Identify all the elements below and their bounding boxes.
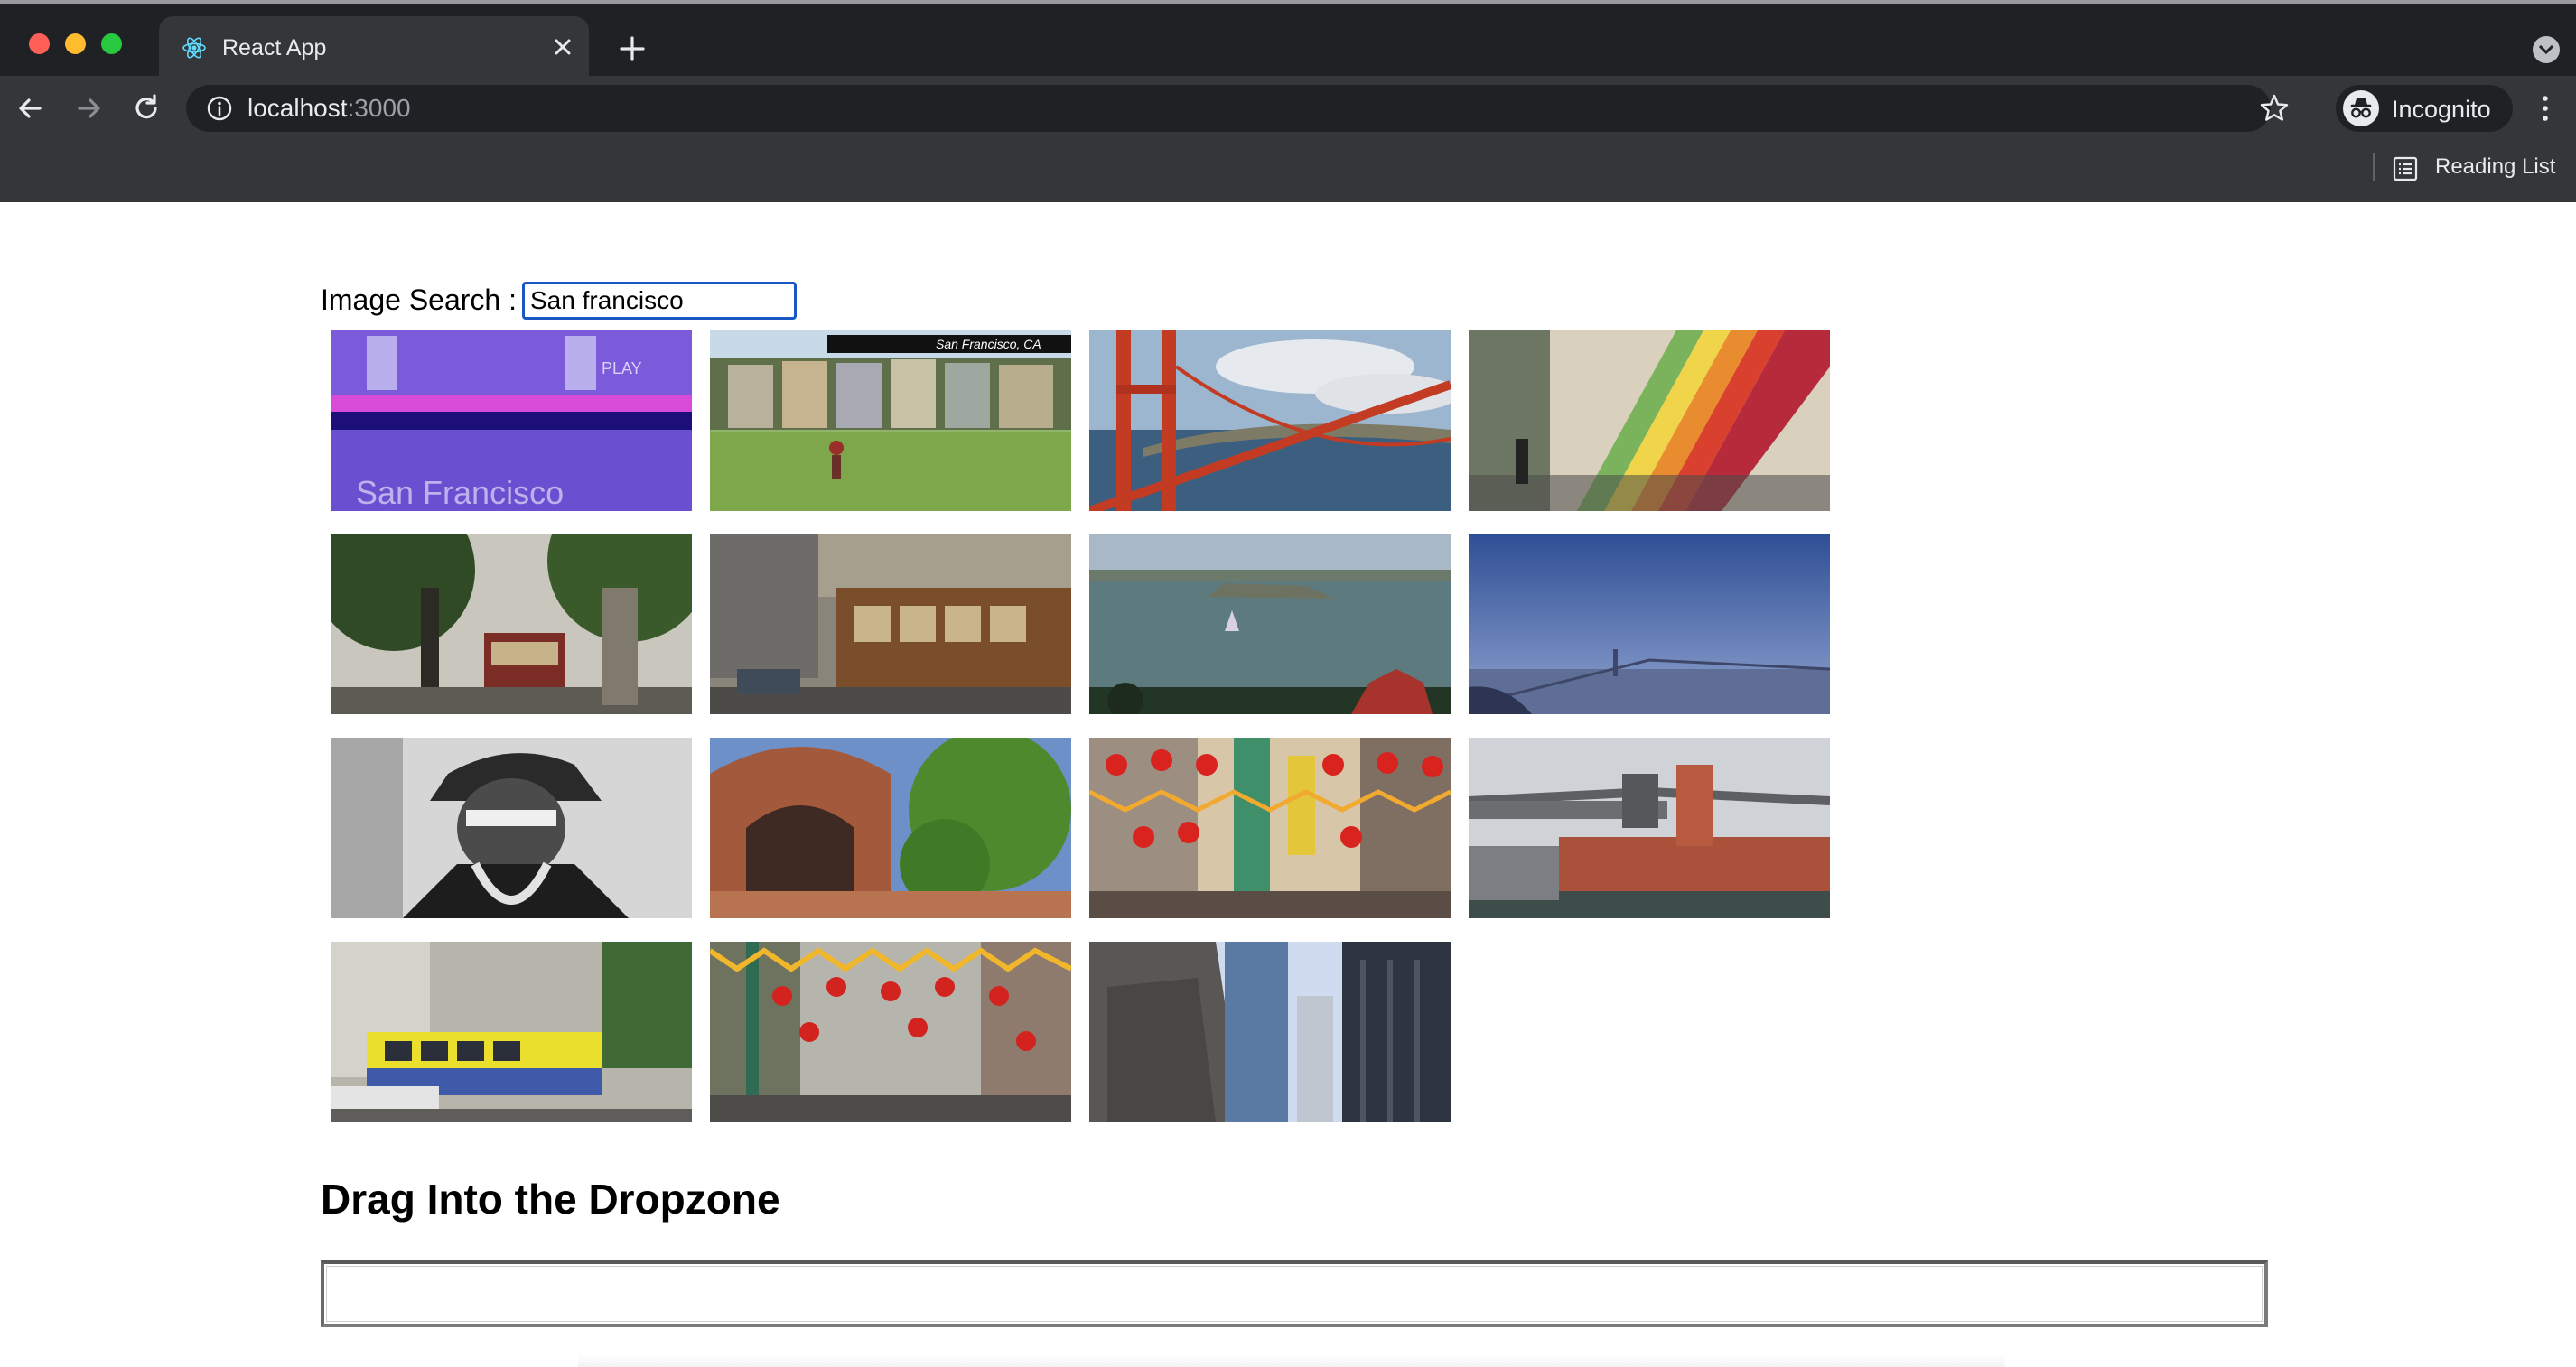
result-thumbnail-13[interactable] [331,942,692,1122]
result-image [331,942,692,1122]
result-thumbnail-12[interactable] [1469,738,1830,918]
thumbnail-play-text: PLAY [602,359,642,377]
result-image: PLAY San Francisco [331,330,692,511]
image-search-input[interactable] [522,282,797,320]
react-favicon-icon [182,37,206,59]
bookmarks-separator [2373,153,2375,181]
reading-list-icon[interactable] [2392,155,2419,182]
star-icon[interactable] [2258,92,2291,125]
close-icon[interactable] [547,32,578,62]
minimize-window-button[interactable] [65,33,86,54]
url-host: localhost [247,94,348,122]
result-thumbnail-15[interactable] [1089,942,1451,1122]
result-thumbnail-7[interactable] [1089,534,1451,714]
result-thumbnail-4[interactable] [1469,330,1830,511]
result-thumbnail-10[interactable] [710,738,1071,918]
thumbnail-title-text: San Francisco [356,474,564,511]
dropzone-heading: Drag Into the Dropzone [321,1176,780,1223]
result-image [1469,738,1830,918]
plus-icon[interactable] [614,31,650,67]
url-port: :3000 [347,94,411,122]
maximize-window-button[interactable] [101,33,122,54]
result-thumbnail-11[interactable] [1089,738,1451,918]
kebab-menu-icon[interactable] [2534,92,2556,125]
result-image [710,738,1071,918]
profile-label: Incognito [2392,96,2491,123]
reading-list-button[interactable]: Reading List [2435,153,2555,181]
result-image [710,942,1071,1122]
browser-toolbar: localhost:3000 Incognito [0,76,2576,141]
result-image [1469,330,1830,511]
chevron-down-icon[interactable] [2533,36,2560,63]
result-thumbnail-8[interactable] [1469,534,1830,714]
image-search-label: Image Search : [321,284,517,316]
result-thumbnail-5[interactable] [331,534,692,714]
bookmarks-bar: Reading List [0,141,2576,202]
info-icon[interactable] [206,95,233,122]
result-thumbnail-1[interactable]: PLAY San Francisco [331,330,692,511]
result-thumbnail-9[interactable] [331,738,692,918]
result-image [1089,738,1451,918]
reload-icon[interactable] [128,90,164,126]
result-image [1089,330,1451,511]
result-thumbnail-14[interactable] [710,942,1071,1122]
thumbnail-caption-text: San Francisco, CA [936,337,1041,351]
address-bar[interactable]: localhost:3000 [186,85,2271,132]
result-thumbnail-6[interactable] [710,534,1071,714]
tab-title: React App [222,35,327,60]
incognito-icon [2343,90,2379,126]
active-tab[interactable]: React App [159,16,589,79]
back-arrow-icon[interactable] [13,90,49,126]
url-text: localhost:3000 [247,94,411,123]
result-image [331,738,692,918]
result-image [710,534,1071,714]
result-image [331,534,692,714]
result-thumbnail-2[interactable]: San Francisco, CA [710,330,1071,511]
result-image: San Francisco, CA [710,330,1071,511]
page-bottom-shadow [578,1354,2005,1367]
result-image [1089,942,1451,1122]
tab-strip: React App [0,4,2576,79]
result-image [1089,534,1451,714]
close-window-button[interactable] [29,33,50,54]
forward-arrow-icon[interactable] [70,90,107,126]
incognito-profile-button[interactable]: Incognito [2336,85,2513,132]
result-image [1469,534,1830,714]
dropzone[interactable] [321,1260,2268,1327]
result-thumbnail-3[interactable] [1089,330,1451,511]
